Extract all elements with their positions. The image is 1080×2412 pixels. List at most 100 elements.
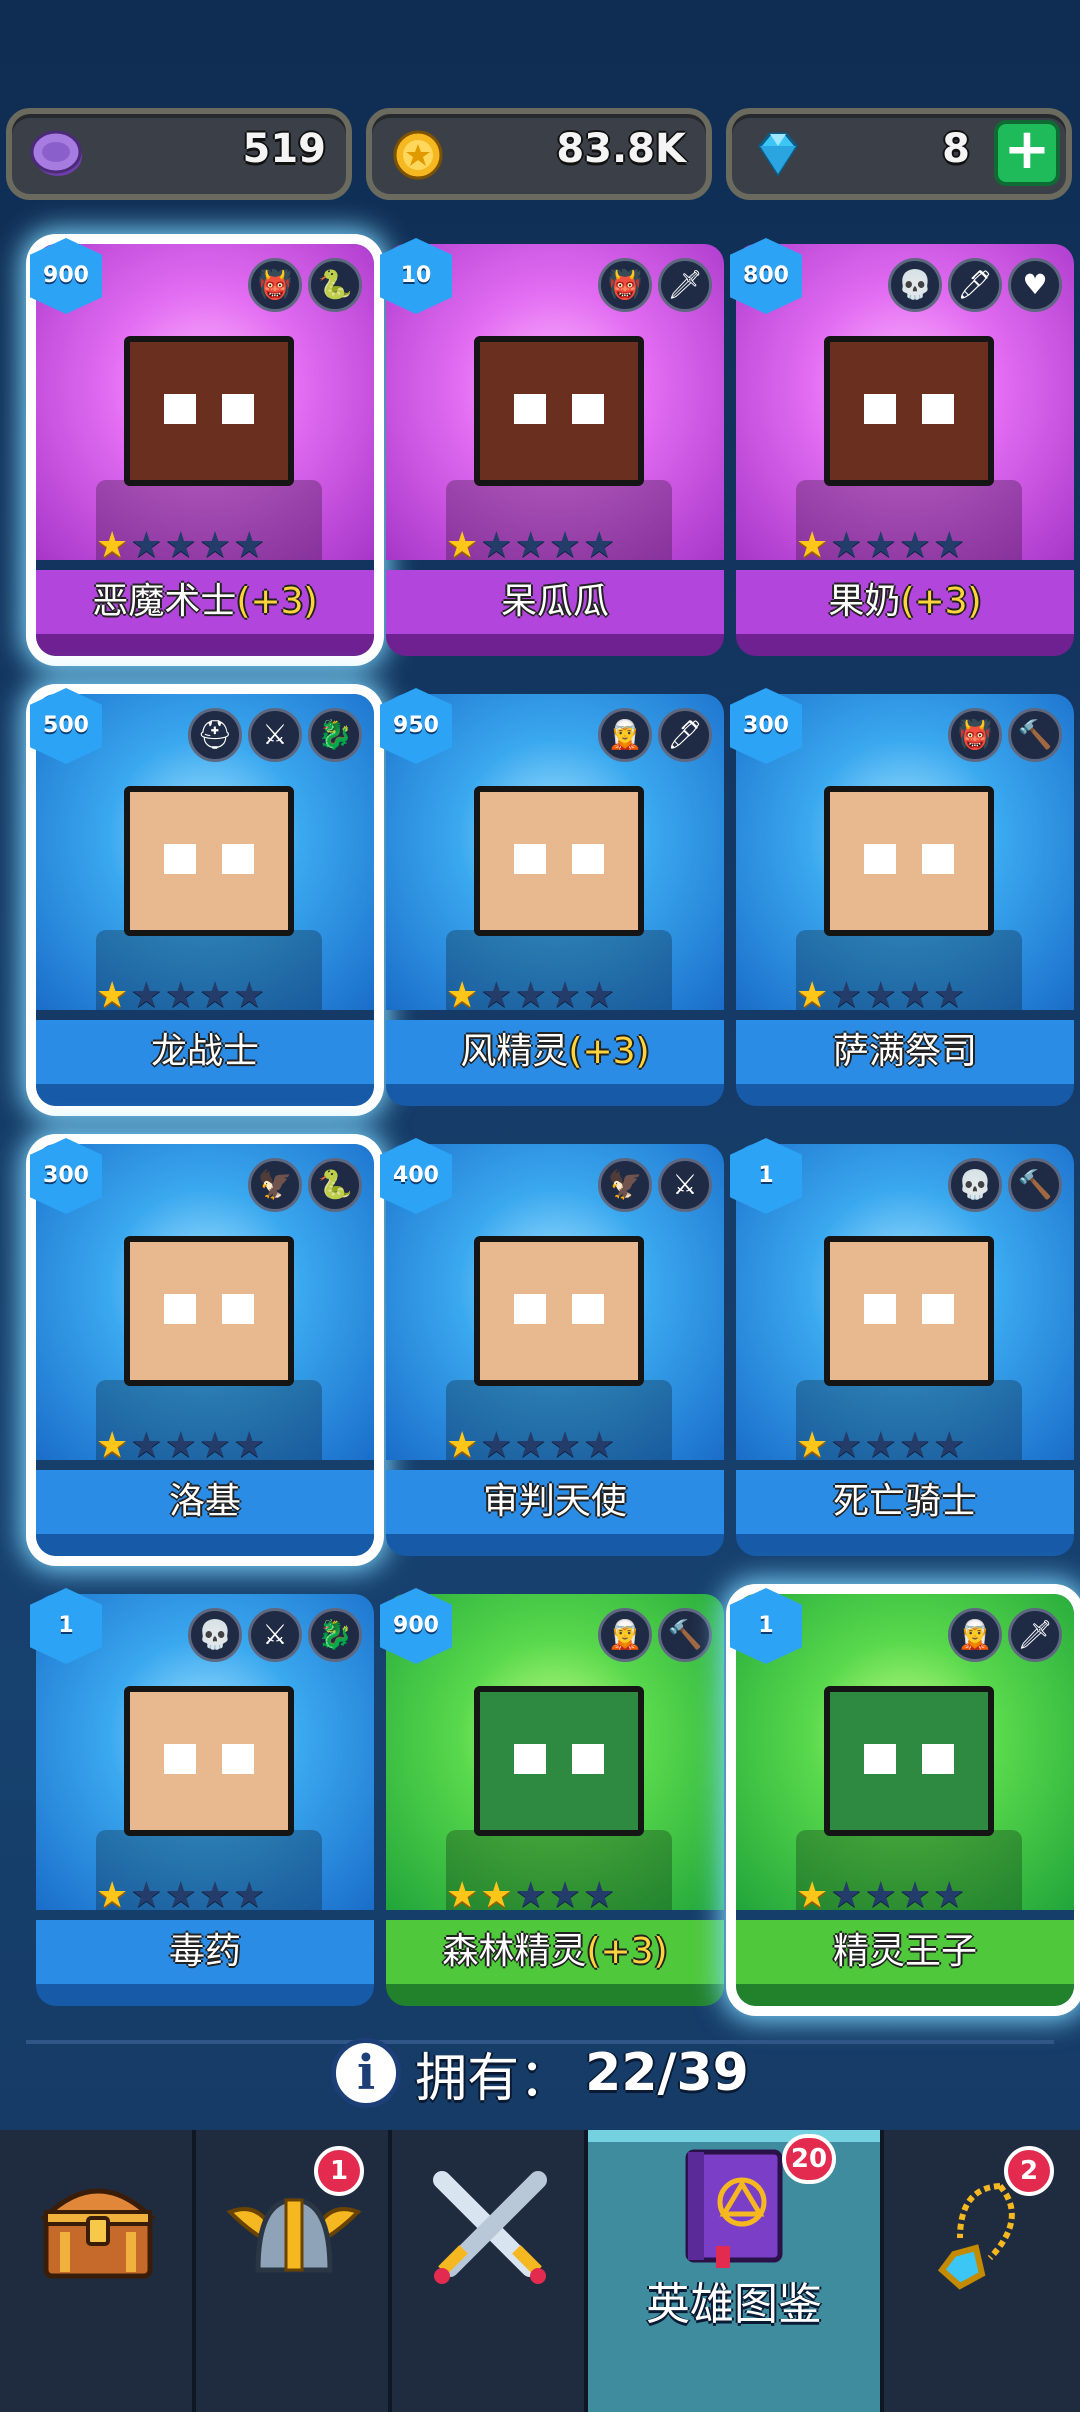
star-filled-icon: ★ [446,975,479,1016]
hero-head [474,1236,644,1386]
star-empty-icon: ★ [933,1875,966,1916]
hero-eye [222,844,254,874]
hero-eye [514,1744,546,1774]
hero-card[interactable]: ★ ★ ★ ★ ★ 精灵王子 1 🧝 🗡 [730,1588,1074,2006]
star-empty-icon: ★ [583,1875,616,1916]
hero-trait-icon: 💀 [948,1158,1002,1212]
nav-battle[interactable] [392,2130,588,2412]
add-gems-button[interactable]: + [994,120,1060,186]
hero-eye [922,844,954,874]
hero-bonus: (+3) [236,581,318,622]
hero-eye [222,394,254,424]
hero-eye [864,1744,896,1774]
nav-amulet[interactable]: 2 [884,2130,1080,2412]
purple-currency-amount: 519 [242,126,327,172]
amulet-icon [937,2183,1015,2290]
hero-trait-icon: 🐉 [308,708,362,762]
star-empty-icon: ★ [898,975,932,1016]
hero-card-base [386,1084,724,1106]
hero-card[interactable]: ★ ★ ★ ★ ★ 龙战士 500 ⛑ ⚔ 🐉 [30,688,374,1106]
hero-stars: ★ ★ ★ ★ ★ [446,1428,615,1464]
star-empty-icon: ★ [933,975,966,1016]
star-empty-icon: ★ [164,1425,197,1466]
star-empty-icon: ★ [898,1425,932,1466]
hero-eye [922,1744,954,1774]
hero-card[interactable]: ★ ★ ★ ★ ★ 森林精灵(+3) 900 🧝 🔨 [380,1588,724,2006]
hero-name: 审判天使 [386,1470,724,1534]
nav-chest[interactable] [0,2130,196,2412]
star-empty-icon: ★ [864,975,897,1016]
hero-name-text: 龙战士 [150,1031,259,1072]
hero-card[interactable]: ★ ★ ★ ★ ★ 果奶(+3) 800 💀 🖊 ♥ [730,238,1074,656]
hero-stars: ★ ★ ★ ★ ★ [446,528,615,564]
star-empty-icon: ★ [198,1875,232,1916]
hero-eye [222,1294,254,1324]
hero-eye [572,844,604,874]
hero-name: 洛基 [36,1470,374,1534]
star-empty-icon: ★ [130,1425,163,1466]
star-empty-icon: ★ [198,1425,232,1466]
hero-book-icon [685,2149,783,2268]
owned-value: 22/39 [585,2043,749,2103]
hero-trait-icon: 🖊 [948,258,1002,312]
hero-card[interactable]: ★ ★ ★ ★ ★ 萨满祭司 300 👹 🔨 [730,688,1074,1106]
hero-stars: ★ ★ ★ ★ ★ [796,978,965,1014]
gold-currency-panel: 83.8K [366,108,712,200]
star-empty-icon: ★ [233,525,266,566]
treasure-chest-icon [40,2188,156,2279]
hero-card-base [36,1984,374,2006]
hero-eye [222,1744,254,1774]
star-filled-icon: ★ [796,975,829,1016]
hero-card[interactable]: ★ ★ ★ ★ ★ 审判天使 400 🦅 ⚔ [380,1138,724,1556]
hero-card[interactable]: ★ ★ ★ ★ ★ 毒药 1 💀 ⚔ 🐉 [30,1588,374,2006]
star-empty-icon: ★ [898,1875,932,1916]
star-empty-icon: ★ [198,525,232,566]
info-icon[interactable]: i [331,2038,402,2108]
hero-stars: ★ ★ ★ ★ ★ [446,978,615,1014]
gem-currency-amount: 8 [942,126,970,172]
hero-name-text: 洛基 [168,1481,241,1522]
hero-trait-icon: 👹 [948,708,1002,762]
hero-name: 萨满祭司 [736,1020,1074,1084]
hero-trait-icon: 🧝 [598,1608,652,1662]
hero-card[interactable]: ★ ★ ★ ★ ★ 风精灵(+3) 950 🧝 🖊 [380,688,724,1106]
purple-currency-panel: 519 [6,108,352,200]
star-empty-icon: ★ [864,1425,897,1466]
hero-head [124,1236,294,1386]
hero-eye [572,1294,604,1324]
star-empty-icon: ★ [233,1425,266,1466]
hero-traits: 🧝 🔨 [598,1608,712,1662]
hero-card-base [736,1534,1074,1556]
hero-head [824,336,994,486]
hero-card[interactable]: ★ ★ ★ ★ ★ 呆瓜瓜 10 👹 🗡 [380,238,724,656]
hero-stars: ★ ★ ★ ★ ★ [96,528,265,564]
hero-trait-icon: 🦅 [248,1158,302,1212]
star-empty-icon: ★ [898,525,932,566]
owned-label: 拥有： [415,2048,572,2109]
hero-card-base [736,634,1074,656]
hero-name: 呆瓜瓜 [386,570,724,634]
star-empty-icon: ★ [130,1875,163,1916]
star-filled-icon: ★ [446,1875,479,1916]
nav-codex[interactable]: 20 英雄图鉴 [588,2130,884,2412]
hero-trait-icon: ⚔ [658,1158,712,1212]
hero-trait-icon: ⚔ [248,1608,302,1662]
star-filled-icon: ★ [96,1875,129,1916]
star-empty-icon: ★ [514,1425,547,1466]
hero-bonus: (+3) [568,1031,650,1072]
hero-card[interactable]: ★ ★ ★ ★ ★ 洛基 300 🦅 🐍 [30,1138,374,1556]
codex-label: 英雄图鉴 [646,2279,822,2330]
nav-heroes[interactable]: 1 [196,2130,392,2412]
hero-name-text: 呆瓜瓜 [500,581,609,622]
hero-card-base [386,634,724,656]
hero-eye [572,394,604,424]
hero-name: 森林精灵(+3) [386,1920,724,1984]
star-filled-icon: ★ [480,1875,513,1916]
hero-card[interactable]: ★ ★ ★ ★ ★ 恶魔术士(+3) 900 👹 🐍 [30,238,374,656]
star-empty-icon: ★ [480,525,513,566]
amulet-badge: 2 [1004,2146,1054,2196]
hero-card[interactable]: ★ ★ ★ ★ ★ 死亡骑士 1 💀 🔨 [730,1138,1074,1556]
star-empty-icon: ★ [480,975,513,1016]
hero-card-base [386,1984,724,2006]
star-empty-icon: ★ [514,525,547,566]
